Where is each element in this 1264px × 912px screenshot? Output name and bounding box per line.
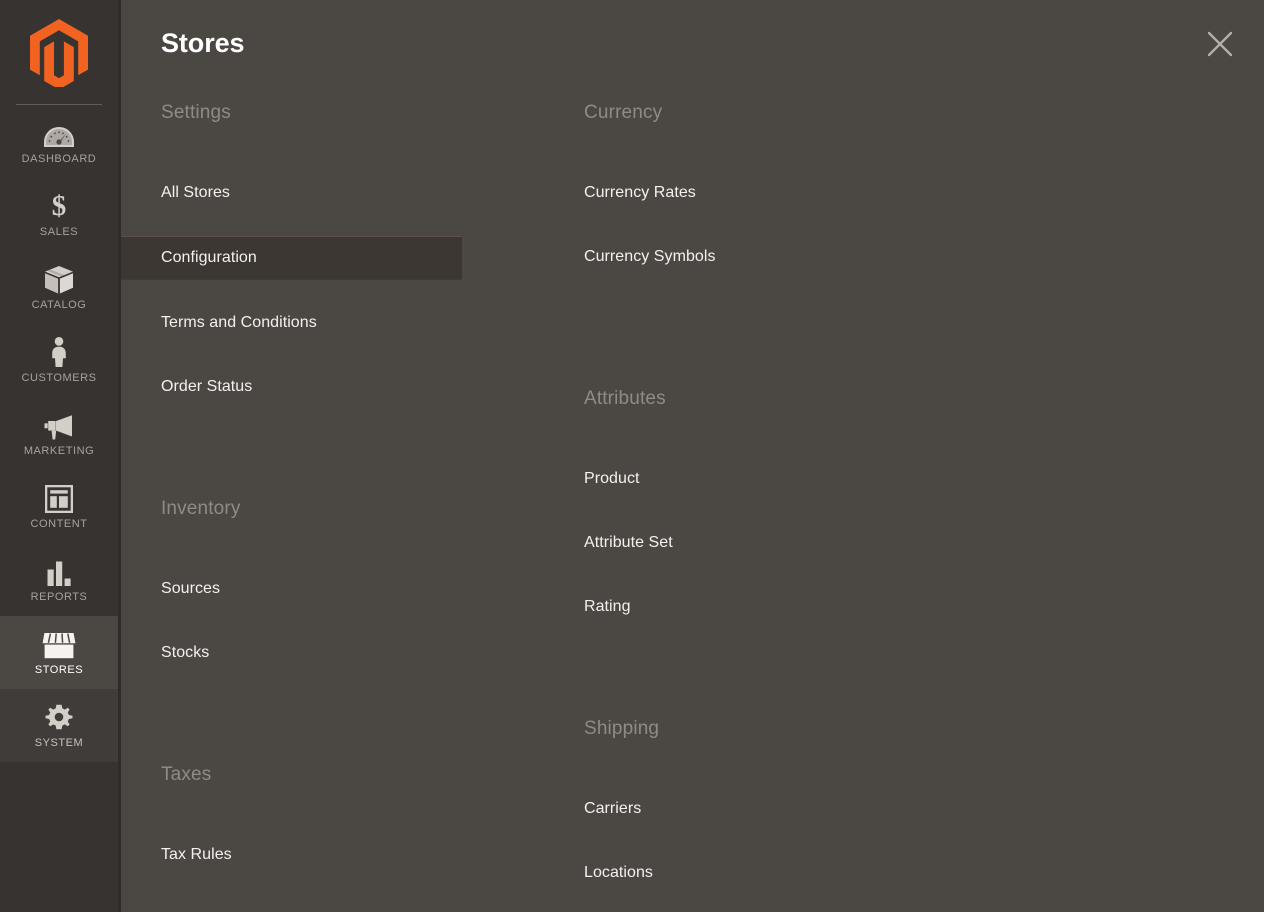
menu-item-label: Currency Rates [584,184,696,201]
group-title: Currency [584,102,663,123]
gauge-icon [2,118,116,148]
panel-header: Stores [121,0,1264,92]
menu-group-taxes: Taxes Tax Rules [121,754,544,876]
menu-item-label: Locations [584,864,653,881]
layout-icon [2,483,116,513]
menu-item-label: Rating [584,598,631,615]
close-icon [1207,31,1233,57]
sidebar-item-catalog[interactable]: CATALOG [0,251,118,324]
menu-item-label: All Stores [161,184,230,201]
group-title: Shipping [584,718,660,739]
menu-group-currency: Currency Currency Rates Currency Symbols [544,92,964,278]
menu-item-stocks[interactable]: Stocks [121,632,544,674]
menu-item-product[interactable]: Product [544,458,964,500]
menu-item-label: Currency Symbols [584,248,716,265]
menu-item-carriers[interactable]: Carriers [544,788,964,830]
primary-sidebar: DASHBOARD $ SALES CATALOG CUSTOMERS MARK… [0,0,121,912]
menu-item-label: Tax Rules [161,846,232,863]
menu-item-label: Attribute Set [584,534,673,551]
sidebar-item-dashboard[interactable]: DASHBOARD [0,105,118,178]
group-title: Taxes [161,764,212,785]
gear-icon [2,702,116,732]
magento-logo-icon [30,18,88,87]
stores-menu-panel: Stores Settings All Stores Configuration… [121,0,1264,912]
menu-item-currency-rates[interactable]: Currency Rates [544,172,964,214]
group-title: Settings [161,102,231,123]
menu-item-label: Order Status [161,378,253,395]
menu-item-rating[interactable]: Rating [544,586,964,628]
box-icon [2,264,116,294]
sidebar-item-label: CONTENT [30,518,88,530]
dollar-icon: $ [51,190,67,222]
menu-item-label: Sources [161,580,221,597]
menu-item-locations[interactable]: Locations [544,852,964,894]
menu-columns: Settings All Stores Configuration Terms … [121,92,1264,912]
menu-group-attributes: Attributes Product Attribute Set Rating [544,378,964,628]
sidebar-item-label: DASHBOARD [21,153,97,165]
menu-item-order-status[interactable]: Order Status [121,366,544,408]
sidebar-item-label: CATALOG [31,299,87,311]
menu-item-label: Carriers [584,800,642,817]
menu-item-all-stores[interactable]: All Stores [121,172,544,214]
menu-column-2: Currency Currency Rates Currency Symbols… [544,92,964,912]
group-title: Inventory [161,498,241,519]
sidebar-item-label: SALES [39,226,79,238]
menu-item-terms-and-conditions[interactable]: Terms and Conditions [121,302,544,344]
menu-item-label: Product [584,470,640,487]
admin-menu-overlay: DASHBOARD $ SALES CATALOG CUSTOMERS MARK… [0,0,1264,912]
menu-item-currency-symbols[interactable]: Currency Symbols [544,236,964,278]
sidebar-item-label: MARKETING [23,445,95,457]
menu-item-tax-rules[interactable]: Tax Rules [121,834,544,876]
menu-item-label: Terms and Conditions [161,314,317,331]
menu-item-label: Configuration [161,249,257,266]
sidebar-item-label: REPORTS [30,591,88,603]
sidebar-item-system[interactable]: SYSTEM [0,689,118,762]
sidebar-item-label: SYSTEM [34,737,84,749]
person-icon [2,337,116,367]
storefront-icon [2,629,116,659]
close-button[interactable] [1198,22,1242,66]
sidebar-item-label: STORES [34,664,84,676]
menu-group-settings: Settings All Stores Configuration Terms … [121,92,544,408]
menu-item-sources[interactable]: Sources [121,568,544,610]
sidebar-item-marketing[interactable]: MARKETING [0,397,118,470]
bar-chart-icon [2,556,116,586]
menu-group-inventory: Inventory Sources Stocks [121,488,544,674]
menu-item-attribute-set[interactable]: Attribute Set [544,522,964,564]
megaphone-icon [2,410,116,440]
sidebar-item-reports[interactable]: REPORTS [0,543,118,616]
sidebar-item-label: CUSTOMERS [21,372,97,384]
sidebar-item-stores[interactable]: STORES [0,616,118,689]
magento-logo[interactable] [0,0,118,105]
sidebar-item-customers[interactable]: CUSTOMERS [0,324,118,397]
menu-group-shipping: Shipping Carriers Locations [544,708,964,894]
sidebar-item-content[interactable]: CONTENT [0,470,118,543]
menu-item-configuration[interactable]: Configuration [121,236,462,280]
sidebar-item-sales[interactable]: $ SALES [0,178,118,251]
group-title: Attributes [584,388,666,409]
menu-column-1: Settings All Stores Configuration Terms … [121,92,544,912]
page-title: Stores [161,28,245,58]
menu-item-label: Stocks [161,644,210,661]
